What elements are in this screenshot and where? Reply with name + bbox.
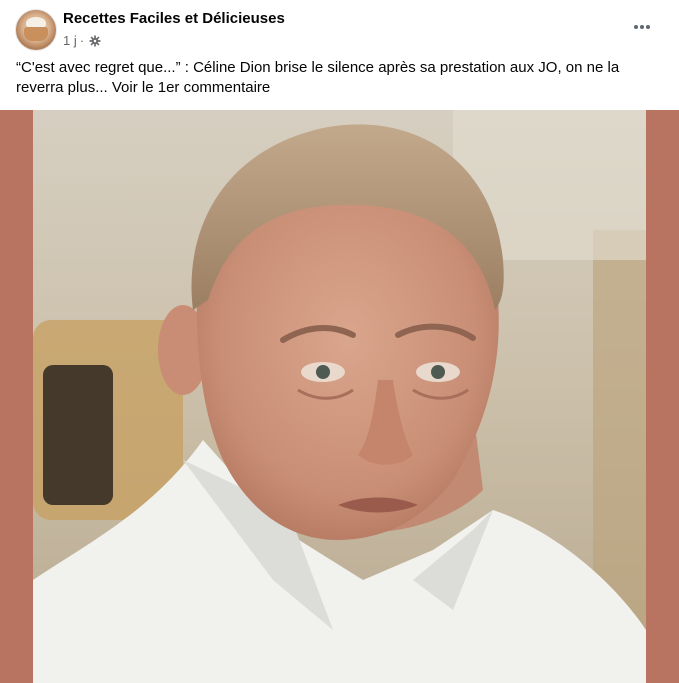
meta-separator: ·: [79, 33, 85, 48]
more-options-icon: [634, 25, 650, 29]
post-caption: “C'est avec regret que...” : Céline Dion…: [16, 59, 620, 96]
post-timestamp[interactable]: 1 j: [63, 33, 77, 48]
post-meta: 1 j ·: [63, 33, 101, 48]
page-name-link[interactable]: Recettes Faciles et Délicieuses: [63, 10, 285, 27]
post-media[interactable]: [0, 110, 679, 683]
post-photo[interactable]: [33, 110, 646, 683]
page-avatar[interactable]: [15, 9, 57, 51]
post-header: Recettes Faciles et Délicieuses 1 j ·: [0, 0, 679, 56]
more-options-button[interactable]: [625, 12, 659, 42]
photo-illustration: [33, 110, 646, 683]
avatar-cake-base: [24, 27, 48, 41]
public-gear-icon: [89, 34, 101, 47]
facebook-post: Recettes Faciles et Délicieuses 1 j · “C…: [0, 0, 679, 683]
